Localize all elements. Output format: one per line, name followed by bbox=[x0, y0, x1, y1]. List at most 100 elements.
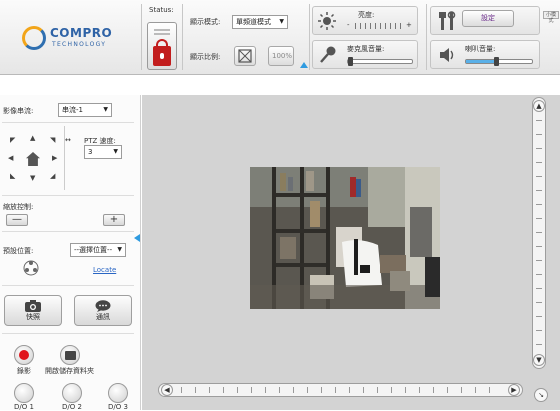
display-mode-value: 單頻道模式 bbox=[236, 18, 271, 26]
mic-volume-label: 麥克風音量: bbox=[347, 45, 385, 53]
locate-link[interactable]: Locate bbox=[93, 266, 116, 274]
collapse-toolbar-arrow[interactable] bbox=[300, 62, 308, 68]
display-scale-label: 顯示比例: bbox=[190, 53, 221, 61]
settings-button[interactable]: 設定 bbox=[462, 10, 514, 27]
scroll-left-arrow[interactable]: ◀ bbox=[161, 384, 173, 396]
speaker-volume-slider[interactable] bbox=[465, 57, 533, 66]
brightness-label: 亮度: bbox=[358, 11, 375, 19]
preset-select[interactable]: --選擇位置-- ▼ bbox=[70, 243, 126, 257]
ptz-right-arrow[interactable]: ▶ bbox=[52, 154, 57, 162]
speaker-panel: 喇叭音量: bbox=[430, 40, 540, 69]
fit-screen-icon bbox=[238, 49, 252, 63]
zoom-in-button[interactable]: + bbox=[103, 214, 125, 226]
folder-icon bbox=[65, 351, 76, 360]
stream-value: 串流-1 bbox=[62, 106, 83, 114]
horizontal-scrollbar[interactable]: ◀ ▶ bbox=[158, 383, 523, 397]
preset-position-label: 預設位置: bbox=[3, 247, 34, 255]
horizontal-scroll-ticks bbox=[181, 387, 501, 393]
open-folder-button[interactable] bbox=[60, 345, 80, 365]
lock-slot bbox=[154, 33, 170, 35]
microphone-icon bbox=[320, 46, 336, 63]
display-mode-label: 顯示模式: bbox=[190, 18, 221, 26]
lock-icon bbox=[153, 39, 171, 66]
divider bbox=[2, 333, 134, 334]
camera-icon bbox=[25, 300, 41, 312]
sun-icon bbox=[318, 12, 336, 30]
speaker-volume-fill bbox=[466, 60, 496, 63]
ptz-speed-select[interactable]: 3 ▼ bbox=[84, 145, 122, 159]
zoom-percent: 100% bbox=[272, 52, 293, 60]
brightness-plus[interactable]: + bbox=[406, 21, 412, 29]
scroll-up-arrow[interactable]: ▲ bbox=[533, 100, 545, 112]
ptz-down-right-arrow[interactable]: ◢ bbox=[50, 172, 55, 180]
video-frame-image bbox=[250, 167, 440, 309]
talk-button[interactable]: 通訊 bbox=[74, 295, 132, 326]
chevron-down-icon: ▼ bbox=[117, 246, 122, 253]
compro-logo: COMPRO TECHNOLOGY bbox=[22, 24, 122, 54]
preset-location-icon[interactable] bbox=[22, 259, 40, 277]
ptz-down-arrow[interactable]: ▼ bbox=[30, 174, 35, 182]
brightness-minus[interactable]: - bbox=[347, 21, 350, 29]
open-folder-label: 開啟儲存資料夾 bbox=[45, 367, 94, 375]
small-mode-button[interactable]: 小模式 bbox=[543, 11, 559, 24]
mic-panel: 麥克風音量: bbox=[312, 40, 418, 69]
scroll-down-arrow[interactable]: ▼ bbox=[533, 354, 545, 366]
mic-volume-slider[interactable] bbox=[347, 57, 413, 66]
speaker-icon bbox=[440, 48, 454, 62]
snapshot-button[interactable]: 快照 bbox=[4, 295, 62, 326]
chevron-down-icon: ▼ bbox=[103, 106, 108, 113]
stream-label: 影像串流: bbox=[3, 107, 34, 115]
brightness-panel: 亮度: - + bbox=[312, 6, 418, 35]
status-lock-button[interactable] bbox=[147, 22, 177, 70]
ptz-up-left-arrow[interactable]: ◤ bbox=[10, 136, 15, 144]
pan-range-icon: ↔ bbox=[65, 136, 71, 144]
dio-2-button[interactable] bbox=[62, 383, 82, 403]
divider bbox=[309, 4, 310, 70]
ptz-down-left-arrow[interactable]: ◣ bbox=[10, 172, 15, 180]
chevron-down-icon: ▼ bbox=[279, 18, 284, 25]
display-mode-select[interactable]: 單頻道模式 ▼ bbox=[232, 15, 288, 29]
fit-screen-button[interactable] bbox=[234, 46, 256, 66]
ptz-direction-pad: ◤ ▲ ◥ ◀ ▶ ◣ ▼ ◢ bbox=[6, 134, 64, 190]
status-label: Status: bbox=[149, 6, 174, 14]
speaker-volume-label: 喇叭音量: bbox=[465, 45, 496, 53]
logo-ring-icon bbox=[22, 26, 46, 50]
record-label: 錄影 bbox=[17, 367, 31, 375]
collapse-sidebar-arrow[interactable] bbox=[134, 234, 140, 242]
ptz-home-icon[interactable] bbox=[26, 152, 40, 166]
resize-corner-icon[interactable]: ↘ bbox=[534, 388, 548, 402]
divider bbox=[2, 285, 134, 286]
chat-bubble-icon bbox=[95, 300, 111, 312]
lock-slot bbox=[154, 29, 170, 31]
preset-value: --選擇位置-- bbox=[74, 246, 113, 254]
camera-video-feed bbox=[250, 167, 440, 309]
brightness-slider[interactable] bbox=[355, 23, 405, 29]
zoom-control-label: 縮放控制: bbox=[3, 203, 34, 211]
divider bbox=[426, 4, 427, 70]
ptz-up-arrow[interactable]: ▲ bbox=[30, 134, 35, 142]
zoom-out-button[interactable]: — bbox=[6, 214, 28, 226]
chevron-down-icon: ▼ bbox=[113, 148, 118, 155]
record-button[interactable] bbox=[14, 345, 34, 365]
ptz-left-arrow[interactable]: ◀ bbox=[8, 154, 13, 162]
speaker-volume-knob[interactable] bbox=[494, 57, 499, 66]
scroll-right-arrow[interactable]: ▶ bbox=[508, 384, 520, 396]
ptz-speed-value: 3 bbox=[88, 148, 93, 156]
talk-label: 通訊 bbox=[96, 313, 110, 321]
divider bbox=[2, 122, 134, 123]
vertical-scroll-ticks bbox=[536, 120, 542, 350]
dio-3-button[interactable] bbox=[108, 383, 128, 403]
record-icon bbox=[19, 350, 29, 360]
logo-tagline: TECHNOLOGY bbox=[52, 41, 107, 48]
ptz-up-right-arrow[interactable]: ◥ bbox=[50, 136, 55, 144]
divider bbox=[141, 4, 142, 70]
dio-1-button[interactable] bbox=[14, 383, 34, 403]
zoom-100-button[interactable]: 100% bbox=[268, 46, 294, 66]
mic-volume-knob[interactable] bbox=[348, 57, 353, 66]
divider bbox=[2, 195, 134, 196]
stream-select[interactable]: 串流-1 ▼ bbox=[58, 103, 112, 117]
snapshot-label: 快照 bbox=[26, 313, 40, 321]
divider bbox=[182, 4, 183, 70]
logo-name: COMPRO bbox=[50, 26, 113, 40]
vertical-scrollbar[interactable]: ▲ ▼ bbox=[532, 97, 546, 369]
